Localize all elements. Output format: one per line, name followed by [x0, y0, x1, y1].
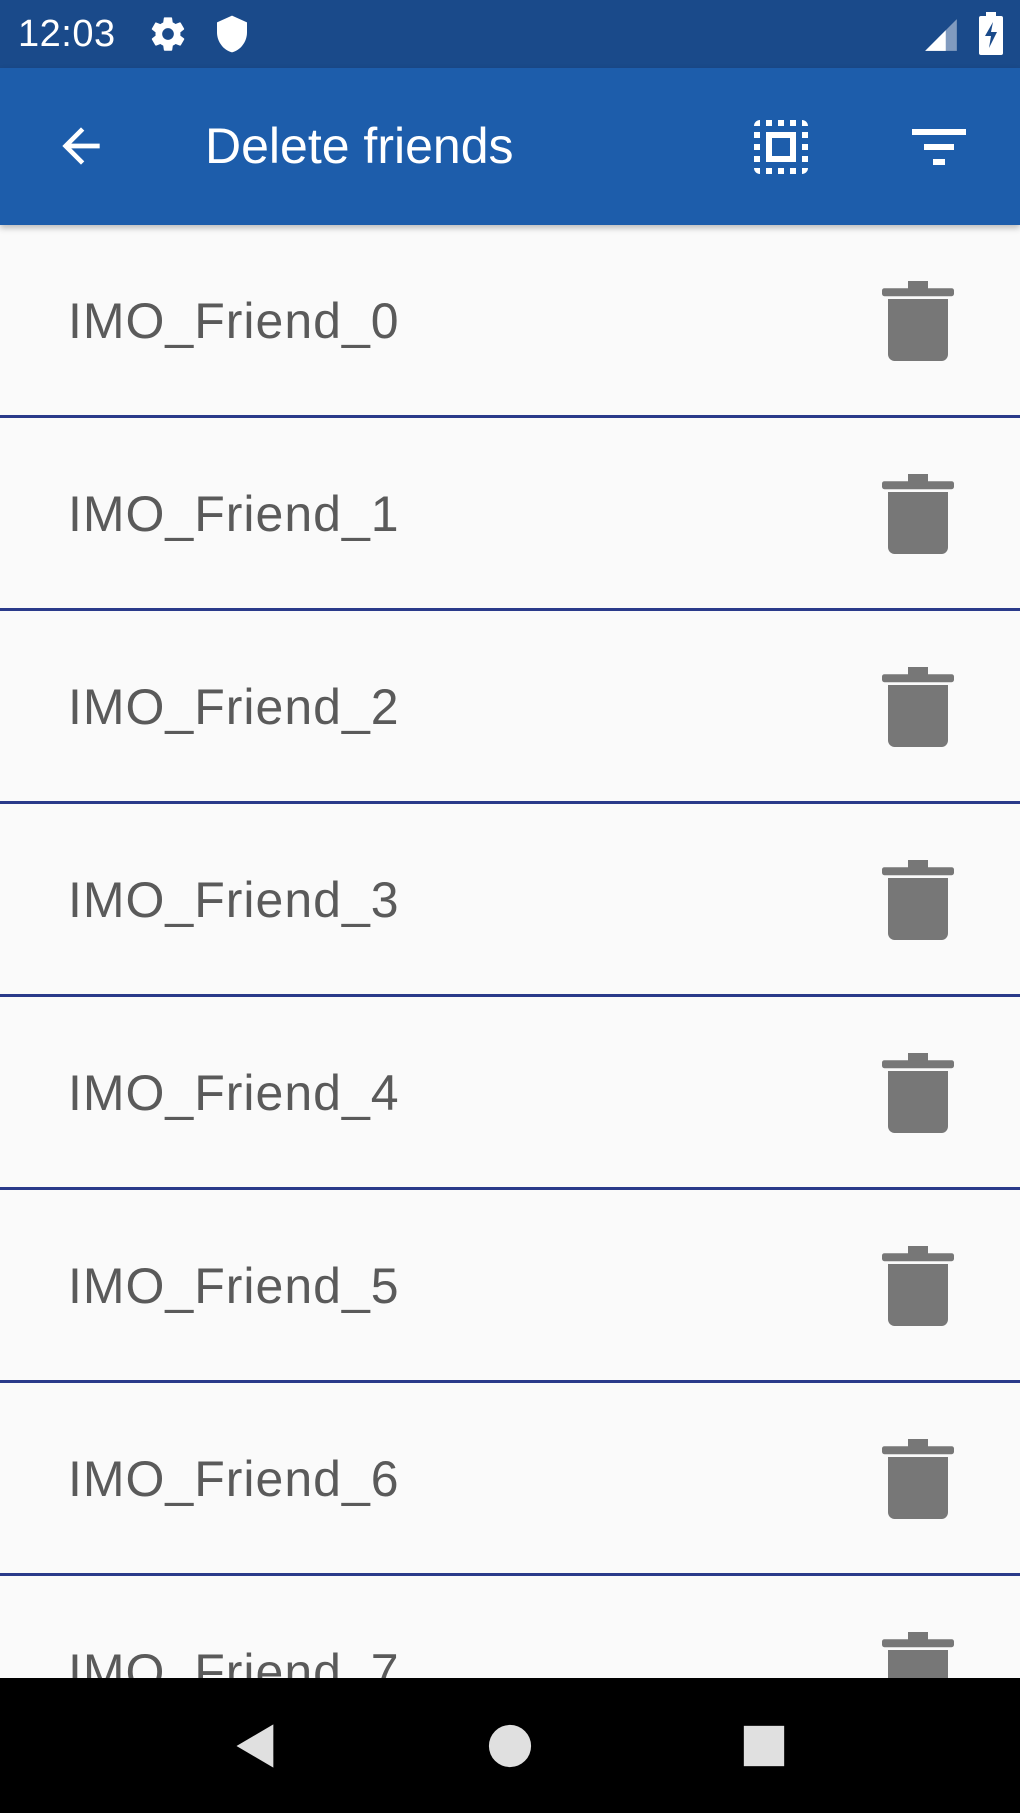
- list-item[interactable]: IMO_Friend_1: [0, 418, 1020, 611]
- friend-name: IMO_Friend_7: [68, 1644, 400, 1678]
- friend-name: IMO_Friend_5: [68, 1258, 400, 1314]
- status-bar: 12:03: [0, 0, 1020, 68]
- delete-button[interactable]: [878, 1051, 958, 1135]
- trash-icon: [882, 1053, 954, 1133]
- delete-button[interactable]: [878, 1244, 958, 1328]
- arrow-back-icon: [62, 127, 100, 165]
- delete-button[interactable]: [878, 472, 958, 556]
- trash-icon: [882, 1632, 954, 1678]
- delete-button[interactable]: [878, 665, 958, 749]
- select-all-icon: [754, 120, 808, 174]
- trash-icon: [882, 474, 954, 554]
- trash-icon: [882, 1246, 954, 1326]
- friend-name: IMO_Friend_1: [68, 486, 400, 542]
- nav-home-button[interactable]: [472, 1708, 548, 1784]
- list-item[interactable]: IMO_Friend_4: [0, 997, 1020, 1190]
- friend-name: IMO_Friend_3: [68, 872, 400, 928]
- status-time: 12:03: [18, 13, 116, 55]
- delete-button[interactable]: [878, 1630, 958, 1678]
- nav-back-button[interactable]: [218, 1708, 294, 1784]
- app-bar: Delete friends: [0, 68, 1020, 225]
- friend-name: IMO_Friend_0: [68, 293, 400, 349]
- list-item[interactable]: IMO_Friend_7: [0, 1576, 1020, 1678]
- gear-icon: [148, 14, 188, 59]
- select-all-button[interactable]: [742, 108, 820, 186]
- page-title: Delete friends: [205, 118, 514, 174]
- list-item[interactable]: IMO_Friend_5: [0, 1190, 1020, 1383]
- friend-name: IMO_Friend_4: [68, 1065, 400, 1121]
- home-circle-icon: [488, 1724, 532, 1768]
- filter-button[interactable]: [900, 108, 978, 186]
- trash-icon: [882, 667, 954, 747]
- trash-icon: [882, 860, 954, 940]
- friend-name: IMO_Friend_6: [68, 1451, 400, 1507]
- nav-recents-button[interactable]: [726, 1708, 802, 1784]
- back-button[interactable]: [46, 111, 116, 181]
- filter-icon: [912, 129, 966, 165]
- list-item[interactable]: IMO_Friend_3: [0, 804, 1020, 997]
- delete-button[interactable]: [878, 858, 958, 942]
- signal-icon: [922, 16, 960, 59]
- list-item[interactable]: IMO_Friend_6: [0, 1383, 1020, 1576]
- delete-button[interactable]: [878, 279, 958, 363]
- shield-icon: [212, 14, 252, 59]
- recents-square-icon: [743, 1725, 785, 1767]
- delete-button[interactable]: [878, 1437, 958, 1521]
- trash-icon: [882, 1439, 954, 1519]
- battery-charging-icon: [978, 12, 1004, 61]
- friends-list: IMO_Friend_0 IMO_Friend_1 IMO_Friend_2 I…: [0, 225, 1020, 1678]
- list-item[interactable]: IMO_Friend_0: [0, 225, 1020, 418]
- back-triangle-icon: [236, 1724, 274, 1768]
- trash-icon: [882, 281, 954, 361]
- navigation-bar: [0, 1678, 1020, 1813]
- friend-name: IMO_Friend_2: [68, 679, 400, 735]
- list-item[interactable]: IMO_Friend_2: [0, 611, 1020, 804]
